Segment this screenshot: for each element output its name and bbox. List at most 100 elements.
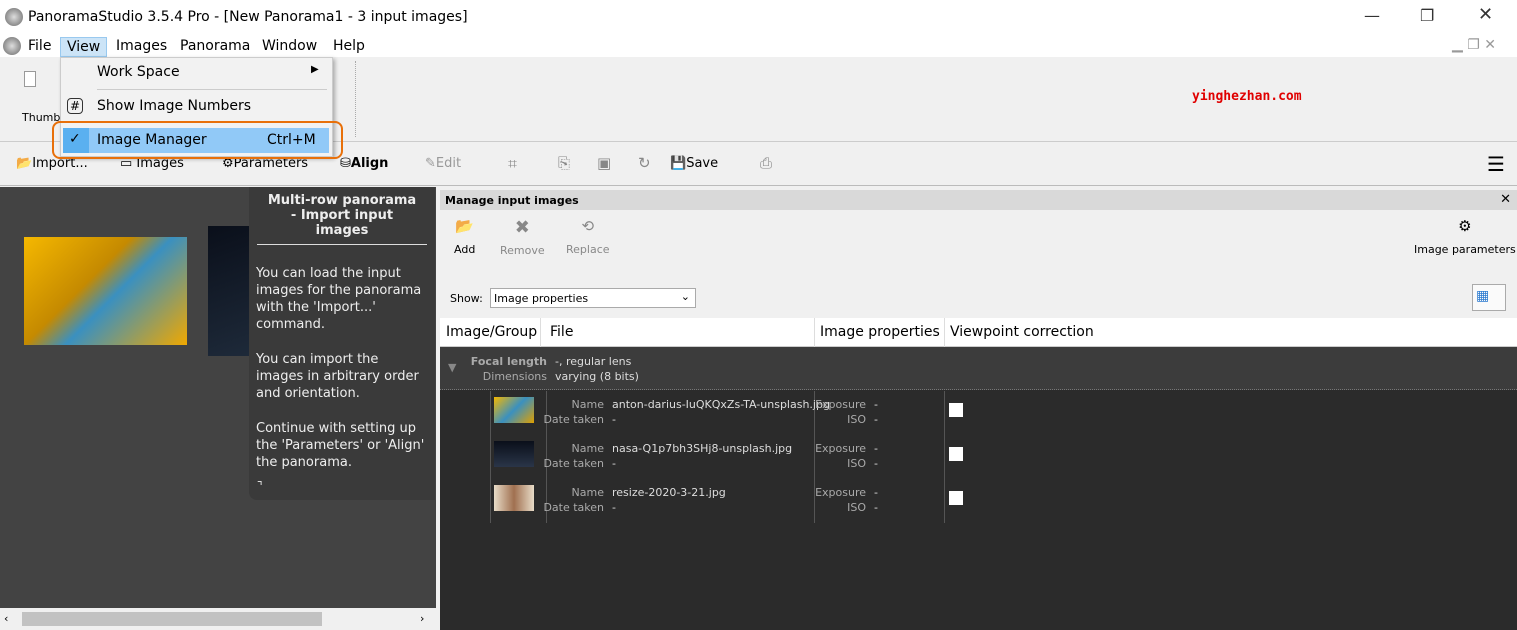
iso-label: ISO bbox=[847, 457, 866, 470]
exposure-label: Exposure bbox=[815, 486, 866, 499]
scroll-left-icon[interactable]: ‹ bbox=[4, 612, 8, 625]
menu-panorama[interactable]: Panorama bbox=[174, 37, 256, 55]
scroll-right-icon[interactable]: › bbox=[420, 612, 424, 625]
edit-button[interactable]: ✎Edit bbox=[425, 156, 461, 171]
align-button[interactable]: ⛁Align bbox=[340, 156, 388, 171]
focal-label: Focal length bbox=[470, 355, 547, 368]
menu-view[interactable]: View bbox=[60, 37, 108, 57]
exposure-label: Exposure bbox=[815, 442, 866, 455]
remove-button[interactable]: ✖ Remove bbox=[500, 217, 545, 257]
title-bar: PanoramaStudio 3.5.4 Pro - [New Panorama… bbox=[0, 0, 1517, 35]
close-panel-icon[interactable]: ✕ bbox=[1500, 192, 1511, 207]
collapse-icon[interactable]: ⌝ bbox=[257, 479, 263, 493]
date-value: - bbox=[612, 501, 616, 514]
horizontal-scrollbar[interactable]: ‹ › bbox=[0, 608, 436, 630]
show-select[interactable]: Image properties ⌄ bbox=[490, 288, 696, 308]
grid-icon: ▦ bbox=[1476, 288, 1490, 304]
align-label: Align bbox=[350, 156, 389, 171]
group-row[interactable]: ▼ Focal length -, regular lens Dimension… bbox=[440, 347, 1517, 390]
table-row[interactable]: Name nasa-Q1p7bh3SHj8-unsplash.jpg Date … bbox=[490, 435, 1517, 479]
export-icon[interactable]: ⎘ bbox=[558, 154, 570, 172]
iso-value: - bbox=[874, 413, 878, 426]
col-image-group[interactable]: Image/Group bbox=[446, 324, 537, 340]
dim-value: varying (8 bits) bbox=[555, 370, 639, 383]
new-icon[interactable] bbox=[24, 71, 36, 87]
view-mode-button[interactable]: ▦ bbox=[1472, 284, 1506, 311]
help-title: Multi-row panorama - Import input images bbox=[257, 187, 427, 245]
viewpoint-checkbox[interactable] bbox=[949, 447, 963, 461]
file-name: resize-2020-3-21.jpg bbox=[612, 486, 726, 499]
date-label: Date taken bbox=[543, 413, 604, 426]
col-viewpoint[interactable]: Viewpoint correction bbox=[950, 324, 1094, 340]
refresh-icon[interactable]: ↻ bbox=[638, 154, 651, 172]
thumbnail-1[interactable] bbox=[24, 237, 187, 345]
table-header: Image/Group File Image properties Viewpo… bbox=[440, 318, 1517, 347]
name-label: Name bbox=[571, 398, 604, 411]
date-value: - bbox=[612, 413, 616, 426]
menu-window[interactable]: Window bbox=[256, 37, 323, 55]
date-label: Date taken bbox=[543, 457, 604, 470]
name-label: Name bbox=[571, 486, 604, 499]
window-title: PanoramaStudio 3.5.4 Pro - [New Panorama… bbox=[28, 9, 468, 25]
crop-icon[interactable]: ⌗ bbox=[508, 154, 517, 174]
help-p1: You can load the input images for the pa… bbox=[256, 266, 422, 332]
col-image-properties[interactable]: Image properties bbox=[820, 324, 940, 340]
print-icon[interactable]: ⎙ bbox=[760, 154, 772, 172]
menu-file[interactable]: File bbox=[22, 37, 57, 55]
save-label: Save bbox=[686, 156, 719, 171]
iso-label: ISO bbox=[847, 501, 866, 514]
iso-value: - bbox=[874, 457, 878, 470]
hash-icon: # bbox=[67, 98, 84, 114]
iso-label: ISO bbox=[847, 413, 866, 426]
focal-value: -, regular lens bbox=[555, 355, 632, 368]
help-overlay: Multi-row panorama - Import input images… bbox=[249, 187, 435, 500]
save-button[interactable]: 💾Save bbox=[670, 156, 718, 171]
date-label: Date taken bbox=[543, 501, 604, 514]
render-icon[interactable]: ▣ bbox=[597, 154, 611, 172]
hamburger-menu-icon[interactable]: ☰ bbox=[1487, 152, 1505, 176]
table-row[interactable]: Name anton-darius-IuQKQxZs-TA-unsplash.j… bbox=[490, 391, 1517, 435]
submenu-arrow-icon: ▶ bbox=[311, 64, 319, 75]
image-parameters-label: Image parameters bbox=[1414, 243, 1516, 256]
show-value: Image properties bbox=[494, 292, 589, 305]
file-name: nasa-Q1p7bh3SHj8-unsplash.jpg bbox=[612, 442, 793, 455]
viewpoint-checkbox[interactable] bbox=[949, 491, 963, 505]
remove-label: Remove bbox=[500, 244, 545, 257]
viewpoint-checkbox[interactable] bbox=[949, 403, 963, 417]
expand-icon[interactable]: ▼ bbox=[448, 361, 456, 374]
show-label: Show: bbox=[450, 292, 483, 305]
menu-help[interactable]: Help bbox=[327, 37, 371, 55]
scroll-thumb[interactable] bbox=[22, 612, 322, 626]
add-label: Add bbox=[454, 243, 476, 256]
close-icon[interactable]: ✕ bbox=[1478, 4, 1493, 25]
date-value: - bbox=[612, 457, 616, 470]
table-body: ▼ Focal length -, regular lens Dimension… bbox=[440, 347, 1517, 630]
name-label: Name bbox=[571, 442, 604, 455]
divider bbox=[355, 61, 356, 137]
chevron-down-icon: ⌄ bbox=[680, 290, 690, 303]
doc-icon bbox=[3, 37, 21, 55]
dim-label: Dimensions bbox=[482, 370, 547, 383]
maximize-icon[interactable]: ❐ bbox=[1420, 6, 1434, 25]
image-parameters-button[interactable]: ⚙ Image parameters bbox=[1414, 217, 1516, 256]
replace-label: Replace bbox=[566, 243, 610, 256]
panel-title: Manage input images bbox=[445, 194, 579, 207]
help-p2: You can import the images in arbitrary o… bbox=[256, 352, 419, 401]
col-file[interactable]: File bbox=[550, 324, 573, 340]
menu-bar: File View Images Panorama Window Help ▁ … bbox=[0, 35, 1517, 57]
menu-images[interactable]: Images bbox=[110, 37, 173, 55]
add-button[interactable]: 📂 Add bbox=[454, 217, 476, 256]
edit-label: Edit bbox=[435, 156, 462, 171]
mdi-controls[interactable]: ▁ ❐ ✕ bbox=[1452, 37, 1496, 53]
menu-item-show-image-numbers[interactable]: Show Image Numbers bbox=[97, 98, 251, 114]
menu-item-work-space[interactable]: Work Space bbox=[97, 64, 180, 80]
help-p3: Continue with setting up the 'Parameters… bbox=[256, 421, 425, 470]
exposure-label: Exposure bbox=[815, 398, 866, 411]
table-row[interactable]: Name resize-2020-3-21.jpg Date taken - E… bbox=[490, 479, 1517, 523]
watermark: yinghezhan.com bbox=[1192, 89, 1302, 104]
highlight-annotation bbox=[52, 121, 343, 159]
replace-button[interactable]: ⟲ Replace bbox=[566, 217, 610, 256]
panel-header: Manage input images ✕ bbox=[440, 190, 1517, 210]
exposure-value: - bbox=[874, 442, 878, 455]
minimize-icon[interactable]: — bbox=[1364, 6, 1380, 25]
